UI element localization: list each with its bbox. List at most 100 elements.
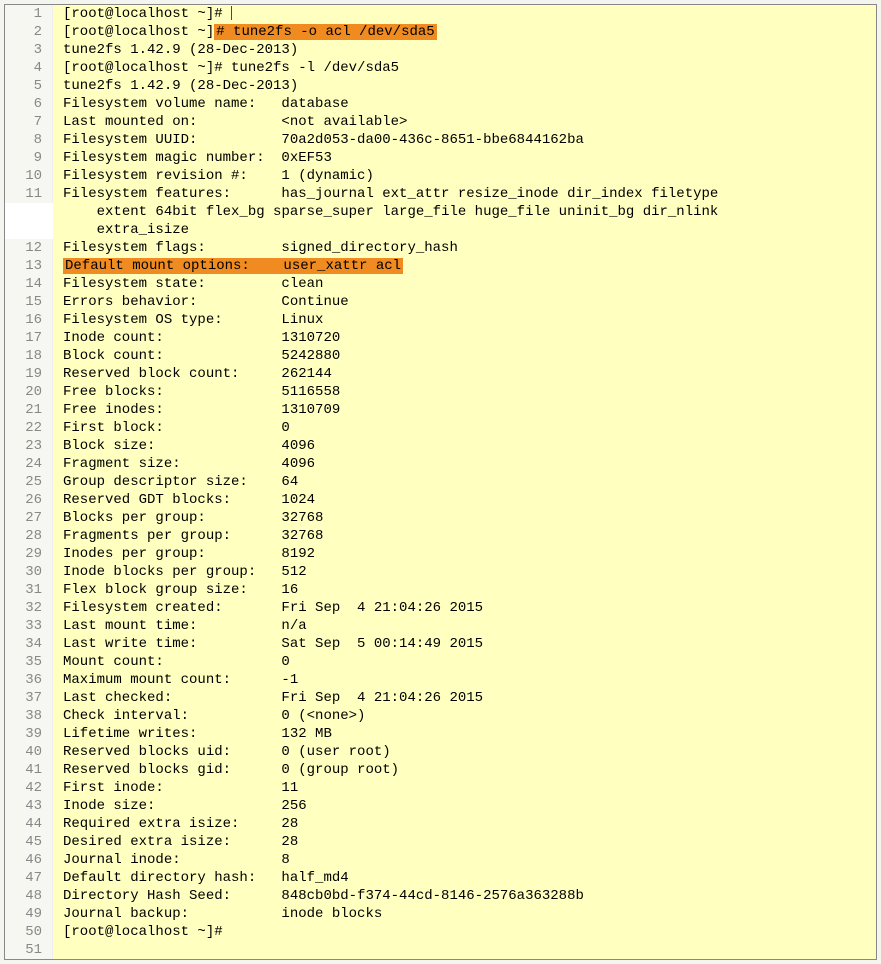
line-content[interactable]: Directory Hash Seed: 848cb0bd-f374-44cd-… <box>53 887 876 905</box>
line-content[interactable]: tune2fs 1.42.9 (28-Dec-2013) <box>53 41 876 59</box>
code-line[interactable]: 35Mount count: 0 <box>5 653 876 671</box>
code-line[interactable]: 48Directory Hash Seed: 848cb0bd-f374-44c… <box>5 887 876 905</box>
line-content[interactable] <box>53 941 876 959</box>
code-line[interactable]: 22First block: 0 <box>5 419 876 437</box>
line-content[interactable]: Filesystem volume name: database <box>53 95 876 113</box>
line-content[interactable]: Flex block group size: 16 <box>53 581 876 599</box>
code-line[interactable]: 20Free blocks: 5116558 <box>5 383 876 401</box>
code-line[interactable]: 3tune2fs 1.42.9 (28-Dec-2013) <box>5 41 876 59</box>
line-content[interactable]: Reserved block count: 262144 <box>53 365 876 383</box>
code-line[interactable]: 28Fragments per group: 32768 <box>5 527 876 545</box>
code-editor[interactable]: 1[root@localhost ~]# 2[root@localhost ~]… <box>5 5 876 959</box>
line-content[interactable]: Last write time: Sat Sep 5 00:14:49 2015 <box>53 635 876 653</box>
code-line[interactable]: 27Blocks per group: 32768 <box>5 509 876 527</box>
code-line[interactable]: 36Maximum mount count: -1 <box>5 671 876 689</box>
line-content[interactable]: Inode count: 1310720 <box>53 329 876 347</box>
code-line[interactable]: 9Filesystem magic number: 0xEF53 <box>5 149 876 167</box>
line-content[interactable]: Filesystem created: Fri Sep 4 21:04:26 2… <box>53 599 876 617</box>
line-content[interactable]: Block size: 4096 <box>53 437 876 455</box>
line-content[interactable]: Group descriptor size: 64 <box>53 473 876 491</box>
code-line[interactable]: 51 <box>5 941 876 959</box>
line-content[interactable]: Last mounted on: <not available> <box>53 113 876 131</box>
code-line[interactable]: 15Errors behavior: Continue <box>5 293 876 311</box>
line-content[interactable]: Default mount options: user_xattr acl <box>53 257 876 275</box>
line-content[interactable]: Inode size: 256 <box>53 797 876 815</box>
line-content[interactable]: Check interval: 0 (<none>) <box>53 707 876 725</box>
line-content[interactable]: First inode: 11 <box>53 779 876 797</box>
code-line[interactable]: 10Filesystem revision #: 1 (dynamic) <box>5 167 876 185</box>
code-line[interactable]: 18Block count: 5242880 <box>5 347 876 365</box>
code-line[interactable]: 24Fragment size: 4096 <box>5 455 876 473</box>
code-line[interactable]: 34Last write time: Sat Sep 5 00:14:49 20… <box>5 635 876 653</box>
code-line[interactable]: 17Inode count: 1310720 <box>5 329 876 347</box>
line-content[interactable]: Blocks per group: 32768 <box>53 509 876 527</box>
code-line[interactable]: 1[root@localhost ~]# <box>5 5 876 23</box>
line-content[interactable]: Last mount time: n/a <box>53 617 876 635</box>
code-line[interactable]: 31Flex block group size: 16 <box>5 581 876 599</box>
line-content[interactable]: Filesystem OS type: Linux <box>53 311 876 329</box>
line-content[interactable]: Inodes per group: 8192 <box>53 545 876 563</box>
code-line[interactable]: 38Check interval: 0 (<none>) <box>5 707 876 725</box>
code-line[interactable]: 30Inode blocks per group: 512 <box>5 563 876 581</box>
line-content[interactable]: Desired extra isize: 28 <box>53 833 876 851</box>
line-content[interactable]: Fragments per group: 32768 <box>53 527 876 545</box>
line-content[interactable]: [root@localhost ~]# tune2fs -o acl /dev/… <box>53 23 876 41</box>
code-line[interactable]: 44Required extra isize: 28 <box>5 815 876 833</box>
line-content[interactable]: Reserved GDT blocks: 1024 <box>53 491 876 509</box>
code-line[interactable]: 45Desired extra isize: 28 <box>5 833 876 851</box>
code-line[interactable]: 32Filesystem created: Fri Sep 4 21:04:26… <box>5 599 876 617</box>
code-line[interactable]: 39Lifetime writes: 132 MB <box>5 725 876 743</box>
line-content[interactable]: Fragment size: 4096 <box>53 455 876 473</box>
line-content[interactable]: Reserved blocks gid: 0 (group root) <box>53 761 876 779</box>
line-content[interactable]: First block: 0 <box>53 419 876 437</box>
line-content[interactable]: Filesystem magic number: 0xEF53 <box>53 149 876 167</box>
code-line[interactable]: 7Last mounted on: <not available> <box>5 113 876 131</box>
code-line[interactable]: 33Last mount time: n/a <box>5 617 876 635</box>
code-line[interactable]: 26Reserved GDT blocks: 1024 <box>5 491 876 509</box>
code-line[interactable]: 43Inode size: 256 <box>5 797 876 815</box>
line-content[interactable]: Free inodes: 1310709 <box>53 401 876 419</box>
line-content[interactable]: Filesystem UUID: 70a2d053-da00-436c-8651… <box>53 131 876 149</box>
line-content[interactable]: Last checked: Fri Sep 4 21:04:26 2015 <box>53 689 876 707</box>
line-content[interactable]: tune2fs 1.42.9 (28-Dec-2013) <box>53 77 876 95</box>
line-content[interactable]: Filesystem revision #: 1 (dynamic) <box>53 167 876 185</box>
line-content[interactable]: [root@localhost ~]# <box>53 923 876 941</box>
code-line[interactable]: 2[root@localhost ~]# tune2fs -o acl /dev… <box>5 23 876 41</box>
code-line[interactable]: 12Filesystem flags: signed_directory_has… <box>5 239 876 257</box>
line-content[interactable]: Inode blocks per group: 512 <box>53 563 876 581</box>
line-content[interactable]: Mount count: 0 <box>53 653 876 671</box>
line-content[interactable]: Journal inode: 8 <box>53 851 876 869</box>
line-content[interactable]: Lifetime writes: 132 MB <box>53 725 876 743</box>
line-content[interactable]: Journal backup: inode blocks <box>53 905 876 923</box>
code-line[interactable]: 19Reserved block count: 262144 <box>5 365 876 383</box>
line-content[interactable]: Required extra isize: 28 <box>53 815 876 833</box>
code-line[interactable]: 49Journal backup: inode blocks <box>5 905 876 923</box>
code-line[interactable]: 37Last checked: Fri Sep 4 21:04:26 2015 <box>5 689 876 707</box>
code-line[interactable]: 16Filesystem OS type: Linux <box>5 311 876 329</box>
code-line[interactable]: 42First inode: 11 <box>5 779 876 797</box>
code-line[interactable]: 25Group descriptor size: 64 <box>5 473 876 491</box>
line-content[interactable]: Filesystem state: clean <box>53 275 876 293</box>
code-line[interactable]: 21Free inodes: 1310709 <box>5 401 876 419</box>
code-line[interactable]: 47Default directory hash: half_md4 <box>5 869 876 887</box>
code-line[interactable]: 5tune2fs 1.42.9 (28-Dec-2013) <box>5 77 876 95</box>
line-content[interactable]: Default directory hash: half_md4 <box>53 869 876 887</box>
line-content[interactable]: Free blocks: 5116558 <box>53 383 876 401</box>
code-line[interactable]: 46Journal inode: 8 <box>5 851 876 869</box>
code-line[interactable]: 14Filesystem state: clean <box>5 275 876 293</box>
line-content[interactable]: Maximum mount count: -1 <box>53 671 876 689</box>
code-line[interactable]: 8Filesystem UUID: 70a2d053-da00-436c-865… <box>5 131 876 149</box>
line-content[interactable]: Reserved blocks uid: 0 (user root) <box>53 743 876 761</box>
code-line[interactable]: 13Default mount options: user_xattr acl <box>5 257 876 275</box>
line-content[interactable]: Errors behavior: Continue <box>53 293 876 311</box>
line-content[interactable]: Block count: 5242880 <box>53 347 876 365</box>
line-content[interactable]: [root@localhost ~]# <box>53 5 876 23</box>
line-content[interactable]: [root@localhost ~]# tune2fs -l /dev/sda5 <box>53 59 876 77</box>
code-line[interactable]: 50[root@localhost ~]# <box>5 923 876 941</box>
code-line[interactable]: 4[root@localhost ~]# tune2fs -l /dev/sda… <box>5 59 876 77</box>
code-line[interactable]: 6Filesystem volume name: database <box>5 95 876 113</box>
line-content[interactable]: Filesystem flags: signed_directory_hash <box>53 239 876 257</box>
code-line[interactable]: 29Inodes per group: 8192 <box>5 545 876 563</box>
code-line[interactable]: 40Reserved blocks uid: 0 (user root) <box>5 743 876 761</box>
line-content[interactable]: Filesystem features: has_journal ext_att… <box>53 185 876 239</box>
